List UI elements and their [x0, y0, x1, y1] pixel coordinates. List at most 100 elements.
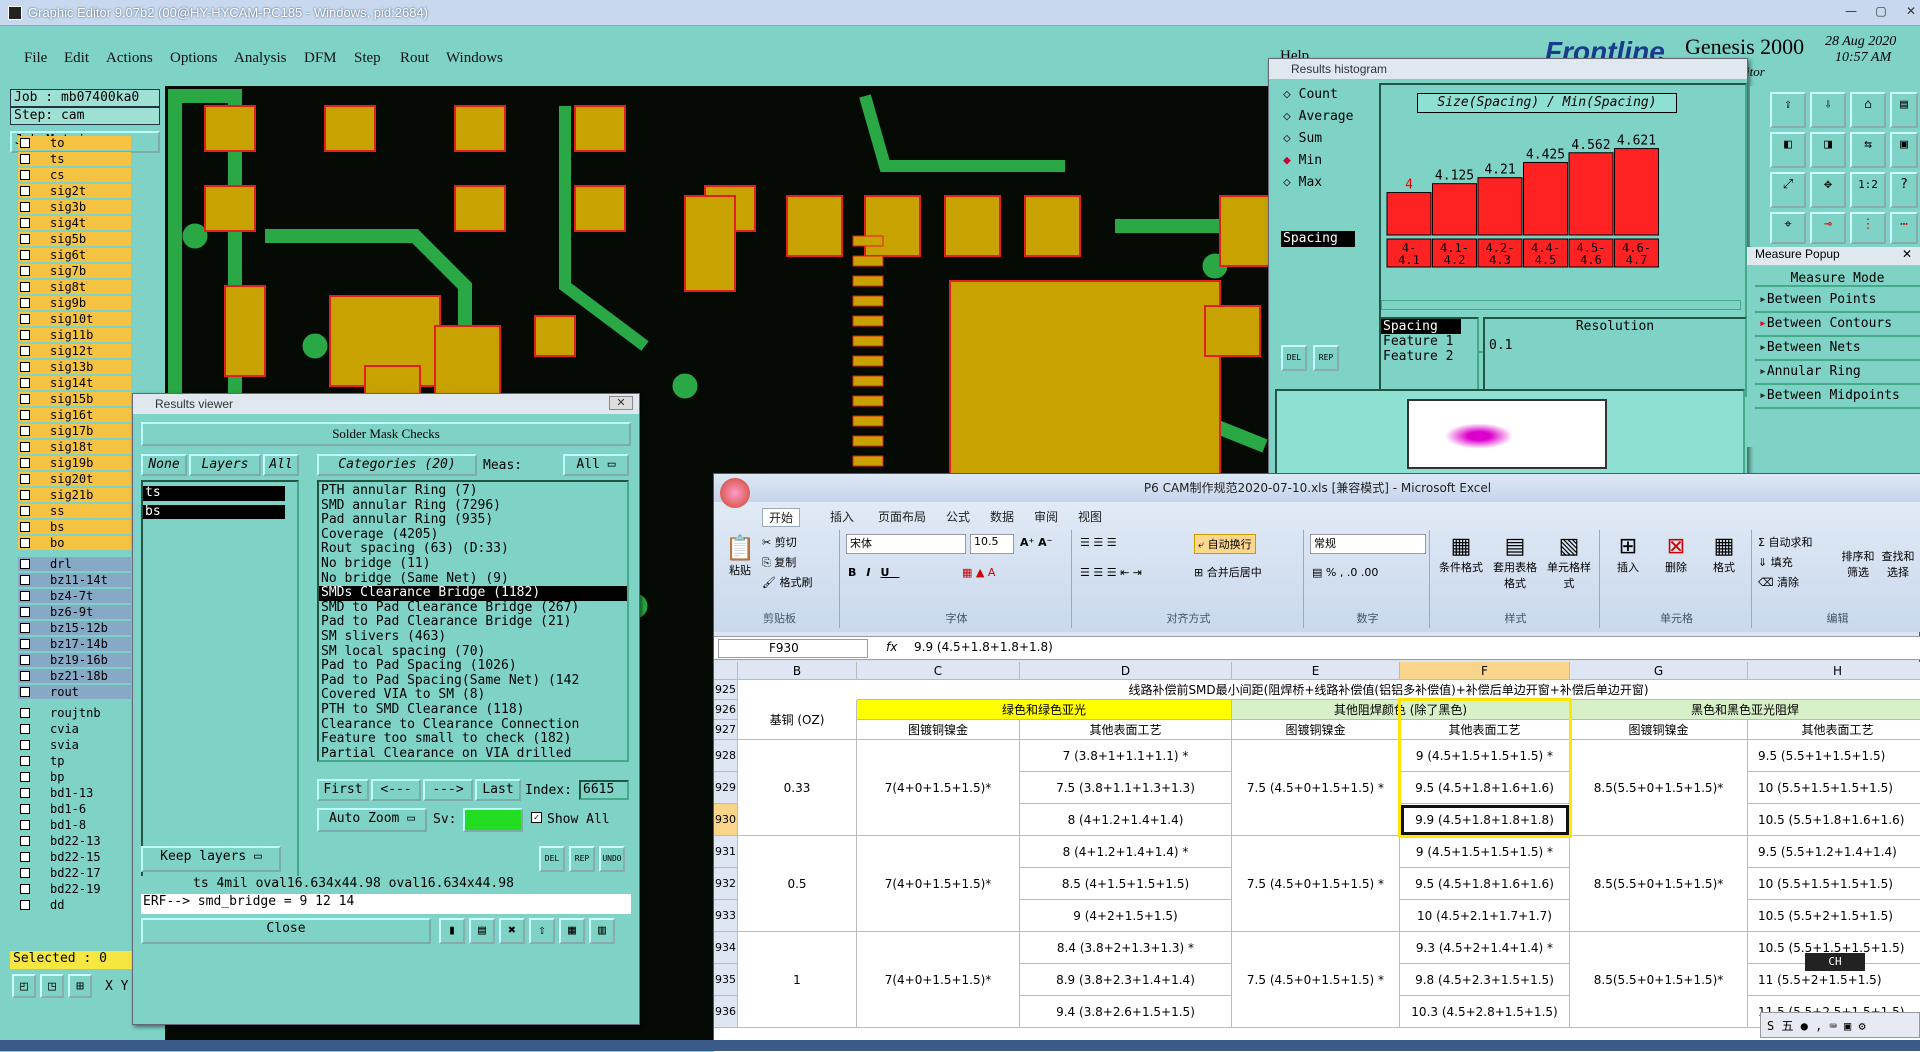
- table-cell[interactable]: 9.5 (5.5+1.2+1.4+1.4): [1748, 836, 1920, 868]
- layer-checkbox[interactable]: [20, 314, 30, 324]
- layer-row[interactable]: sig7b: [18, 264, 131, 279]
- layers-icon[interactable]: ▣: [1890, 132, 1918, 168]
- measure-popup-close-icon[interactable]: ✕: [1902, 247, 1912, 261]
- layer-row[interactable]: cs: [18, 168, 131, 183]
- results-viewer-close-icon[interactable]: ✕: [609, 396, 633, 410]
- keep-layers-dropdown[interactable]: Keep layers ▭: [141, 846, 281, 872]
- table-cell[interactable]: 8 (4+1.2+1.4+1.4): [1020, 804, 1232, 836]
- table-cell[interactable]: 9.5 (5.5+1+1.5+1.5): [1748, 740, 1920, 772]
- base-copper-value[interactable]: 1: [738, 932, 857, 1028]
- table-cell[interactable]: 10 (5.5+1.5+1.5+1.5): [1748, 868, 1920, 900]
- auto-zoom-dropdown[interactable]: Auto Zoom ▭: [317, 808, 427, 832]
- menu-edit[interactable]: Edit: [64, 50, 89, 67]
- layer-row[interactable]: sig2t: [18, 184, 131, 199]
- row-header[interactable]: 933: [714, 900, 738, 932]
- row-header[interactable]: 929: [714, 772, 738, 804]
- layer-checkbox[interactable]: [20, 426, 30, 436]
- layer-row[interactable]: sig4t: [18, 216, 131, 231]
- menu-options[interactable]: Options: [170, 50, 218, 67]
- ribbon-tab[interactable]: 视图: [1078, 508, 1102, 525]
- histogram-bar[interactable]: [1432, 183, 1477, 236]
- number-format-dropdown[interactable]: 常规: [1310, 534, 1426, 554]
- layer-checkbox[interactable]: [20, 772, 30, 782]
- active-cell[interactable]: 9.9 (4.5+1.8+1.8+1.8): [1400, 804, 1570, 836]
- histogram-bar[interactable]: [1477, 177, 1523, 236]
- row-header[interactable]: 931: [714, 836, 738, 868]
- snap-icon[interactable]: ⇆: [1850, 132, 1886, 168]
- layer-checkbox[interactable]: [20, 410, 30, 420]
- category-item[interactable]: Partial Clearance on VIA drilled: [319, 746, 627, 760]
- table-cell[interactable]: 10 (4.5+2.1+1.7+1.7): [1400, 900, 1570, 932]
- font-color-icon[interactable]: ▦ ▲ A: [962, 566, 995, 579]
- maximize-button[interactable]: ▢: [1866, 2, 1896, 20]
- zoom-tool-icon[interactable]: ◰: [12, 974, 36, 998]
- layer-checkbox[interactable]: [20, 266, 30, 276]
- layer-checkbox[interactable]: [20, 788, 30, 798]
- minimize-button[interactable]: —: [1836, 2, 1866, 20]
- del-icon[interactable]: DEL: [539, 846, 565, 872]
- layer-row[interactable]: sig18t: [18, 440, 131, 455]
- layer-checkbox[interactable]: [20, 708, 30, 718]
- center-icon[interactable]: ✥: [1810, 172, 1846, 208]
- layer-row[interactable]: sig15b: [18, 392, 131, 407]
- ruler-icon[interactable]: ⊸: [1810, 212, 1846, 244]
- ime-toolbar[interactable]: S 五 ● , ⌨ ▣ ⚙: [1760, 1012, 1920, 1038]
- report-icon[interactable]: ▤: [469, 918, 495, 944]
- row-header[interactable]: 927: [714, 720, 738, 740]
- layer-row[interactable]: bd22-19: [18, 882, 131, 897]
- category-item[interactable]: PTH annular Ring (7): [319, 483, 627, 499]
- sub-header-cell[interactable]: 其他表面工艺: [1400, 720, 1570, 740]
- layer-row[interactable]: sig17b: [18, 424, 131, 439]
- print-icon[interactable]: ▤: [1890, 92, 1918, 128]
- index-field[interactable]: 6615: [579, 780, 629, 800]
- layer-checkbox[interactable]: [20, 378, 30, 388]
- row-header[interactable]: 930: [714, 804, 738, 836]
- histogram-bar[interactable]: [1568, 152, 1614, 236]
- histogram-option-min[interactable]: ◆ Min: [1283, 153, 1322, 168]
- layer-checkbox[interactable]: [20, 655, 30, 665]
- layer-row[interactable]: bd22-17: [18, 866, 131, 881]
- layer-row[interactable]: sig5b: [18, 232, 131, 247]
- category-item[interactable]: SMD annular Ring (7296): [319, 498, 627, 514]
- layer-checkbox[interactable]: [20, 282, 30, 292]
- back-icon[interactable]: ◧: [1770, 132, 1806, 168]
- none-button[interactable]: None: [141, 454, 187, 476]
- layer-checkbox[interactable]: [20, 298, 30, 308]
- histogram-option-average[interactable]: ◇ Average: [1283, 109, 1353, 124]
- layer-checkbox[interactable]: [20, 170, 30, 180]
- column-header[interactable]: F: [1400, 662, 1570, 680]
- column-header[interactable]: B: [738, 662, 857, 680]
- office-button-icon[interactable]: [720, 478, 750, 508]
- ribbon-tab[interactable]: 插入: [830, 508, 854, 525]
- histogram-bar[interactable]: [1614, 148, 1659, 236]
- grow-font-icon[interactable]: A⁺ A⁻: [1020, 536, 1052, 549]
- table-cell[interactable]: 7 (3.8+1+1.1+1.1) *: [1020, 740, 1232, 772]
- measure-icon[interactable]: ⌖: [1770, 212, 1806, 244]
- home-icon[interactable]: ⌂: [1850, 92, 1886, 128]
- last-button[interactable]: Last: [475, 779, 521, 801]
- fill-button[interactable]: ⇓ 填充: [1758, 554, 1793, 570]
- ime-indicator[interactable]: CH: [1805, 953, 1865, 971]
- histogram-bar[interactable]: [1386, 192, 1432, 236]
- find-select-button[interactable]: 查找和选择: [1880, 548, 1916, 580]
- ribbon-tab[interactable]: 页面布局: [878, 508, 926, 525]
- feature1-label[interactable]: Feature 1: [1381, 334, 1477, 349]
- category-item[interactable]: No bridge (11): [319, 556, 627, 572]
- table-cell[interactable]: 8.9 (3.8+2.3+1.4+1.4): [1020, 964, 1232, 996]
- layer-checkbox[interactable]: [20, 330, 30, 340]
- category-item[interactable]: Pad to Pad Spacing (1026): [319, 659, 627, 674]
- categories-button[interactable]: Categories (20): [317, 454, 477, 476]
- align-top-icons[interactable]: ☰ ☰ ☰: [1080, 536, 1117, 549]
- menu-rout[interactable]: Rout: [400, 50, 429, 67]
- other-header-cell[interactable]: 其他阻焊颜色 (除了黑色): [1232, 700, 1570, 720]
- measure-mode-item[interactable]: ▸Annular Ring: [1755, 361, 1920, 385]
- layer-row[interactable]: bd22-13: [18, 834, 131, 849]
- layer-checkbox[interactable]: [20, 154, 30, 164]
- insert-cells-button[interactable]: ⊞ 插入: [1606, 534, 1650, 575]
- formula-input[interactable]: 9.9 (4.5+1.8+1.8+1.8): [914, 640, 1053, 654]
- layer-row[interactable]: bz15-12b: [18, 621, 131, 636]
- row-header[interactable]: 935: [714, 964, 738, 996]
- category-item[interactable]: SMD to Pad Clearance Bridge (267): [319, 600, 627, 616]
- cut-button[interactable]: ✂ 剪切: [762, 534, 797, 550]
- align-left-icons[interactable]: ☰ ☰ ☰ ⇤ ⇥: [1080, 566, 1142, 579]
